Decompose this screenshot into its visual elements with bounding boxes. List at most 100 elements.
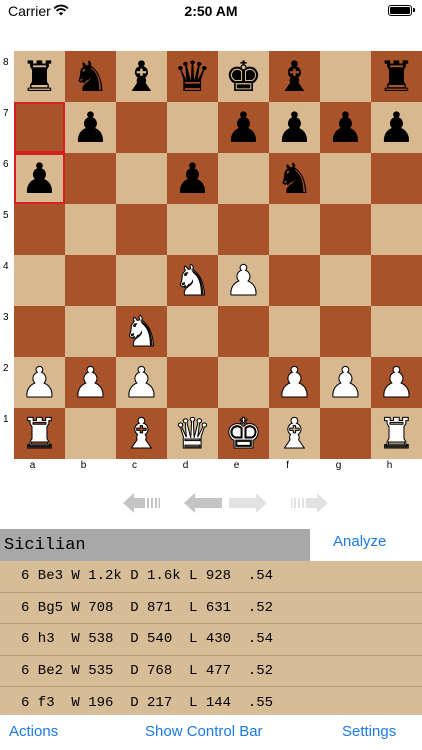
- square-h3[interactable]: [371, 306, 422, 357]
- white-pawn-icon[interactable]: ♟: [326, 361, 365, 404]
- square-f3[interactable]: [269, 306, 320, 357]
- square-f7[interactable]: ♟: [269, 102, 320, 153]
- square-g5[interactable]: [320, 204, 371, 255]
- square-c7[interactable]: [116, 102, 167, 153]
- square-e4[interactable]: ♟: [218, 255, 269, 306]
- square-c2[interactable]: ♟: [116, 357, 167, 408]
- square-h8[interactable]: ♜: [371, 51, 422, 102]
- square-d5[interactable]: [167, 204, 218, 255]
- square-d8[interactable]: ♛: [167, 51, 218, 102]
- square-a8[interactable]: ♜: [14, 51, 65, 102]
- square-c8[interactable]: ♝: [116, 51, 167, 102]
- analyze-button[interactable]: Analyze: [333, 533, 386, 550]
- square-d3[interactable]: [167, 306, 218, 357]
- white-bishop-icon[interactable]: ♝: [275, 412, 314, 455]
- square-c3[interactable]: ♞: [116, 306, 167, 357]
- white-pawn-icon[interactable]: ♟: [275, 361, 314, 404]
- chess-board[interactable]: ♜ ♞ ♝ ♛ ♚ ♝ ♜ ♟ ♟ ♟ ♟ ♟ ♟ ♟ ♞ ♞ ♟ ♞ ♟ ♟ ♟ ♟ ♟ ♟ ♜ ♝ ♛ ♚ ♝ ♜: [14, 51, 422, 459]
- black-rook-icon[interactable]: ♜: [378, 55, 416, 98]
- white-knight-icon[interactable]: ♞: [122, 310, 161, 353]
- square-h7[interactable]: ♟: [371, 102, 422, 153]
- square-c1[interactable]: ♝: [116, 408, 167, 459]
- black-pawn-icon[interactable]: ♟: [327, 106, 365, 149]
- square-b4[interactable]: [65, 255, 116, 306]
- square-e6[interactable]: [218, 153, 269, 204]
- square-b8[interactable]: ♞: [65, 51, 116, 102]
- square-g7[interactable]: ♟: [320, 102, 371, 153]
- square-c5[interactable]: [116, 204, 167, 255]
- square-a4[interactable]: [14, 255, 65, 306]
- move-row[interactable]: 6 Be2 W 535 D 768 L 477 .52: [0, 656, 422, 688]
- square-d7[interactable]: [167, 102, 218, 153]
- white-queen-icon[interactable]: ♛: [173, 412, 212, 455]
- square-d4[interactable]: ♞: [167, 255, 218, 306]
- square-a7[interactable]: [14, 102, 65, 153]
- white-pawn-icon[interactable]: ♟: [377, 361, 416, 404]
- show-control-bar-button[interactable]: Show Control Bar: [145, 723, 263, 740]
- actions-button[interactable]: Actions: [9, 723, 58, 740]
- square-e7[interactable]: ♟: [218, 102, 269, 153]
- square-e5[interactable]: [218, 204, 269, 255]
- square-a3[interactable]: [14, 306, 65, 357]
- white-pawn-icon[interactable]: ♟: [122, 361, 161, 404]
- square-h5[interactable]: [371, 204, 422, 255]
- black-pawn-icon[interactable]: ♟: [276, 106, 314, 149]
- white-king-icon[interactable]: ♚: [224, 412, 263, 455]
- square-a1[interactable]: ♜: [14, 408, 65, 459]
- square-e3[interactable]: [218, 306, 269, 357]
- square-b7[interactable]: ♟: [65, 102, 116, 153]
- white-bishop-icon[interactable]: ♝: [122, 412, 161, 455]
- black-bishop-icon[interactable]: ♝: [123, 55, 161, 98]
- black-pawn-icon[interactable]: ♟: [21, 157, 59, 200]
- square-b1[interactable]: [65, 408, 116, 459]
- square-e1[interactable]: ♚: [218, 408, 269, 459]
- next-move-arrow-icon[interactable]: [229, 492, 267, 514]
- square-g3[interactable]: [320, 306, 371, 357]
- black-pawn-icon[interactable]: ♟: [378, 106, 416, 149]
- square-b5[interactable]: [65, 204, 116, 255]
- first-move-arrow-icon[interactable]: [123, 492, 161, 514]
- black-rook-icon[interactable]: ♜: [21, 55, 59, 98]
- square-b2[interactable]: ♟: [65, 357, 116, 408]
- square-g6[interactable]: [320, 153, 371, 204]
- square-d2[interactable]: [167, 357, 218, 408]
- black-knight-icon[interactable]: ♞: [276, 157, 314, 200]
- black-queen-icon[interactable]: ♛: [174, 55, 212, 98]
- move-row[interactable]: 6 Be3 W 1.2k D 1.6k L 928 .54: [0, 561, 422, 593]
- move-row[interactable]: 6 f3 W 196 D 217 L 144 .55: [0, 687, 422, 715]
- square-f8[interactable]: ♝: [269, 51, 320, 102]
- white-pawn-icon[interactable]: ♟: [224, 259, 263, 302]
- square-f2[interactable]: ♟: [269, 357, 320, 408]
- black-pawn-icon[interactable]: ♟: [174, 157, 212, 200]
- square-a5[interactable]: [14, 204, 65, 255]
- black-king-icon[interactable]: ♚: [225, 55, 263, 98]
- square-e2[interactable]: [218, 357, 269, 408]
- black-pawn-icon[interactable]: ♟: [225, 106, 263, 149]
- square-d1[interactable]: ♛: [167, 408, 218, 459]
- white-pawn-icon[interactable]: ♟: [71, 361, 110, 404]
- white-knight-icon[interactable]: ♞: [173, 259, 212, 302]
- white-pawn-icon[interactable]: ♟: [20, 361, 59, 404]
- square-b6[interactable]: [65, 153, 116, 204]
- square-h4[interactable]: [371, 255, 422, 306]
- black-knight-icon[interactable]: ♞: [72, 55, 110, 98]
- square-g4[interactable]: [320, 255, 371, 306]
- black-pawn-icon[interactable]: ♟: [72, 106, 110, 149]
- square-f5[interactable]: [269, 204, 320, 255]
- last-move-arrow-icon[interactable]: [290, 492, 328, 514]
- square-f4[interactable]: [269, 255, 320, 306]
- square-d6[interactable]: ♟: [167, 153, 218, 204]
- square-a6[interactable]: ♟: [14, 153, 65, 204]
- square-g2[interactable]: ♟: [320, 357, 371, 408]
- move-row[interactable]: 6 h3 W 538 D 540 L 430 .54: [0, 624, 422, 656]
- settings-button[interactable]: Settings: [342, 723, 396, 740]
- square-h1[interactable]: ♜: [371, 408, 422, 459]
- white-rook-icon[interactable]: ♜: [20, 412, 59, 455]
- previous-move-arrow-icon[interactable]: [184, 492, 222, 514]
- black-bishop-icon[interactable]: ♝: [276, 55, 314, 98]
- square-c6[interactable]: [116, 153, 167, 204]
- square-f1[interactable]: ♝: [269, 408, 320, 459]
- square-b3[interactable]: [65, 306, 116, 357]
- square-h6[interactable]: [371, 153, 422, 204]
- white-rook-icon[interactable]: ♜: [377, 412, 416, 455]
